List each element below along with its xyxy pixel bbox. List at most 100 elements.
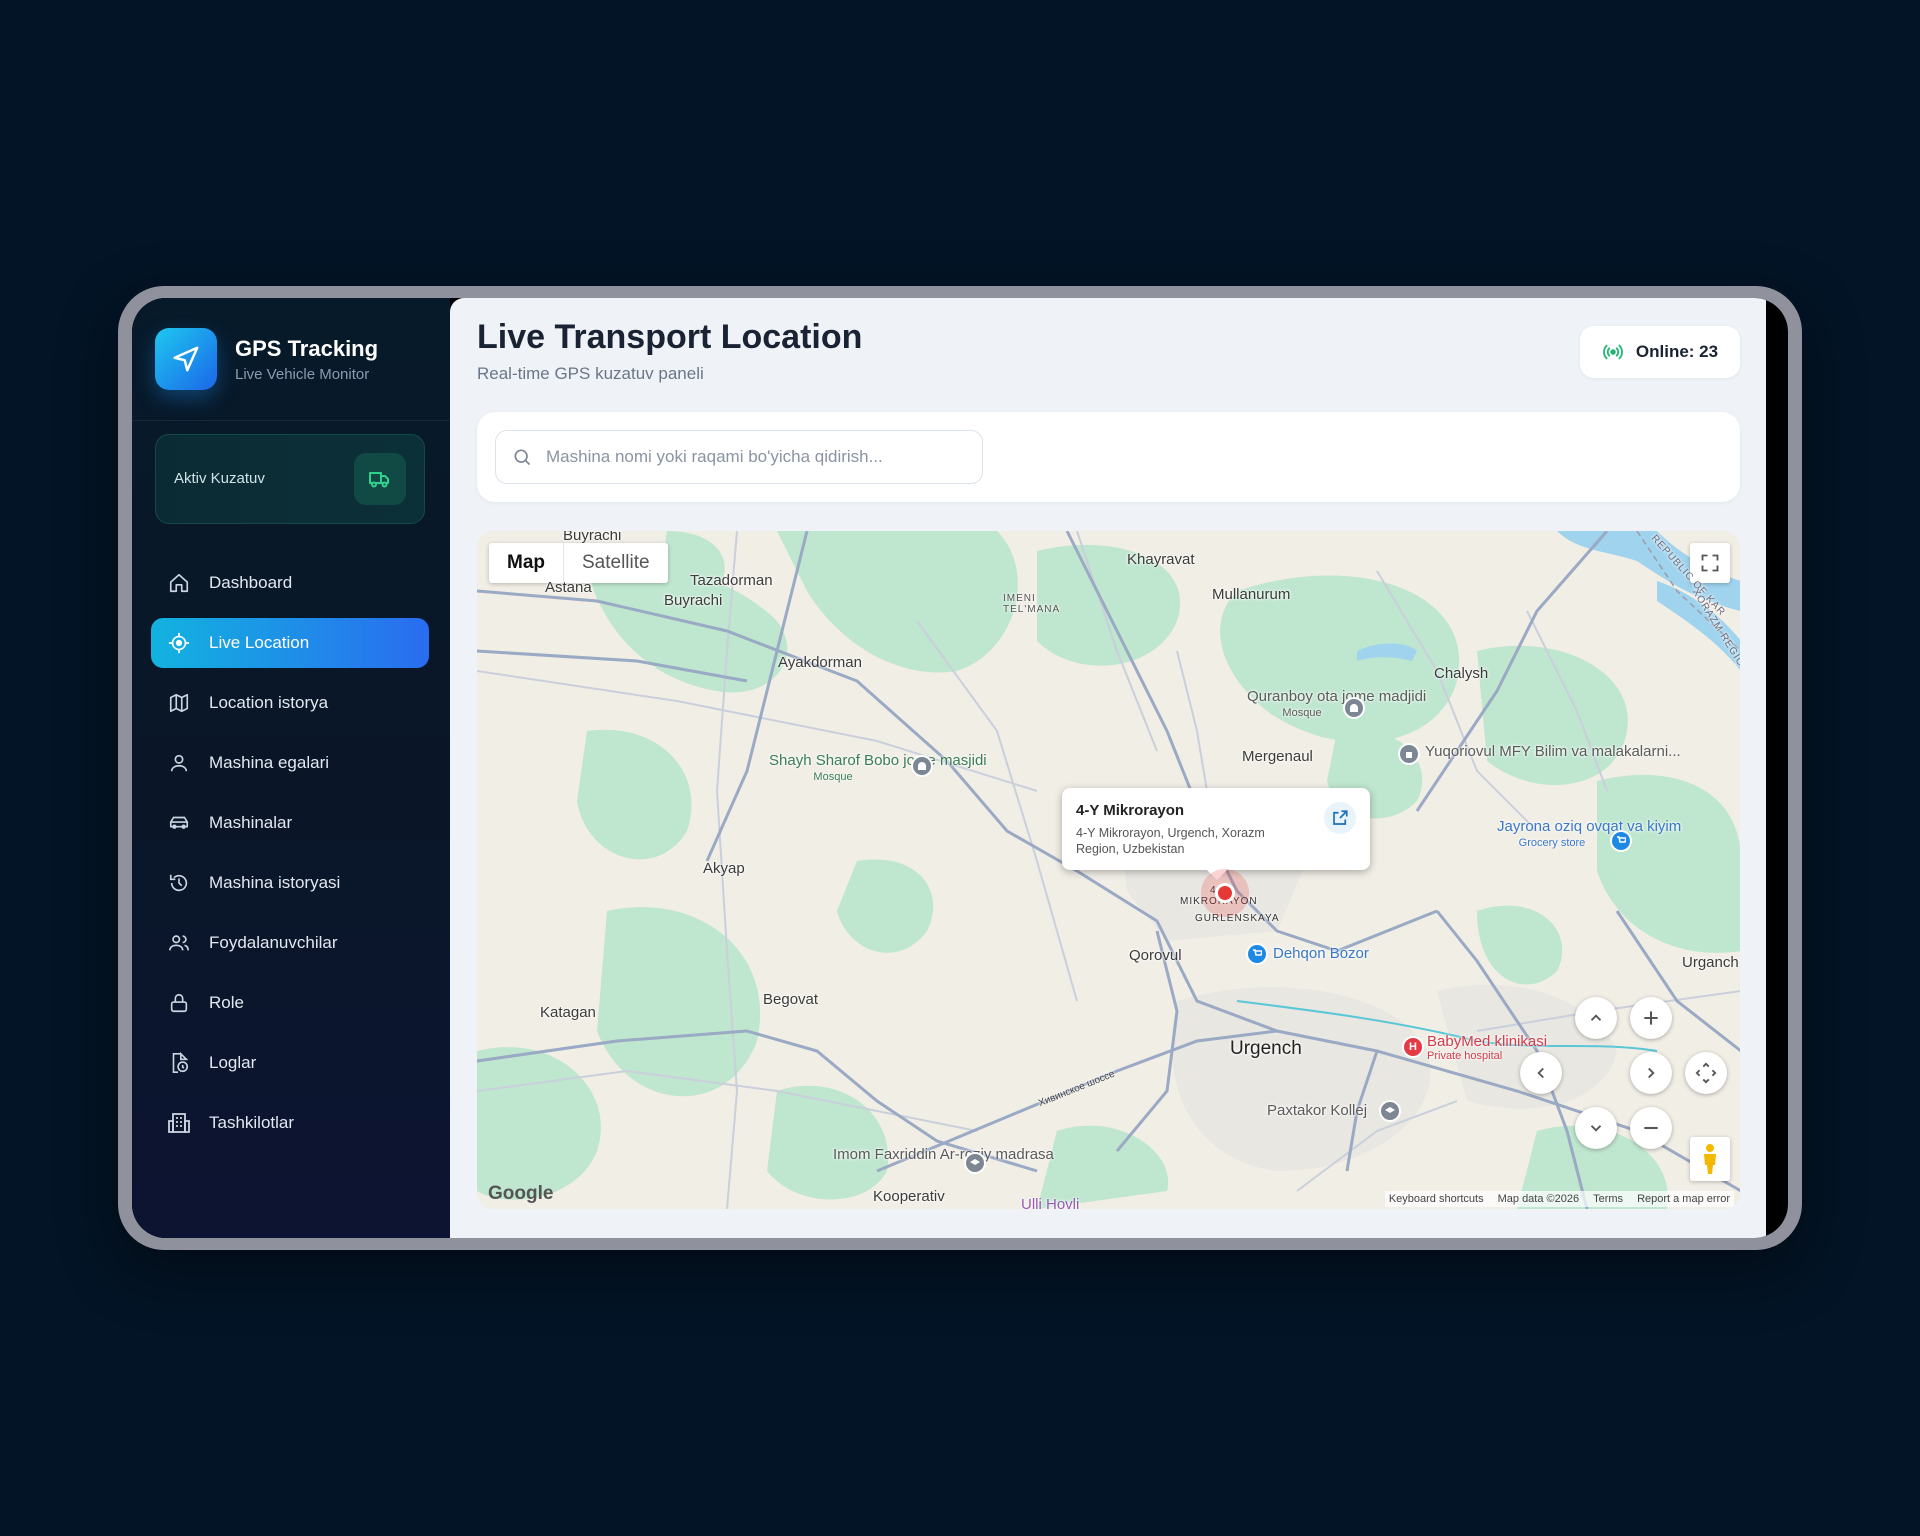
- map-label-mullanurum: Mullanurum: [1212, 586, 1291, 603]
- brand-title: GPS Tracking: [235, 335, 379, 361]
- map-label-buyrachi-top: Buyrachi: [563, 531, 622, 544]
- aktiv-kuzatuv-card[interactable]: Aktiv Kuzatuv: [155, 434, 425, 524]
- recenter-button[interactable]: [1685, 1052, 1727, 1094]
- map-data-text: Map data ©2026: [1497, 1193, 1580, 1205]
- chevron-up-icon: [1587, 1009, 1605, 1027]
- keyboard-shortcuts-link[interactable]: Keyboard shortcuts: [1389, 1193, 1484, 1205]
- hospital-icon[interactable]: H: [1402, 1036, 1424, 1058]
- map-icon: [167, 691, 191, 715]
- street-view-button[interactable]: [1690, 1137, 1730, 1181]
- chevron-left-icon: [1532, 1064, 1550, 1082]
- minus-icon: [1641, 1118, 1661, 1138]
- online-count: Online: 23: [1635, 342, 1719, 361]
- sidebar-item-tashkilotlar[interactable]: Tashkilotlar: [151, 1098, 429, 1148]
- plus-icon: [1641, 1008, 1661, 1028]
- page-subtitle: Real-time GPS kuzatuv paneli: [477, 364, 704, 383]
- poi-label-paxtakor: Paxtakor Kollej: [1267, 1102, 1368, 1119]
- shopping-cart-icon[interactable]: [1610, 830, 1632, 852]
- sidebar-item-label: Mashina egalari: [209, 753, 330, 772]
- search-input[interactable]: [544, 446, 968, 468]
- sidebar-item-label: Location istorya: [209, 693, 329, 712]
- map-base: [477, 531, 1740, 1209]
- sidebar-item-foydalanuvchilar[interactable]: Foydalanuvchilar: [151, 918, 429, 968]
- building-icon: [167, 1111, 191, 1135]
- school-icon[interactable]: [964, 1152, 986, 1174]
- map-type-toggle: Map Satellite: [489, 543, 668, 583]
- pan-up-button[interactable]: [1575, 997, 1617, 1039]
- mosque-icon[interactable]: [911, 755, 933, 777]
- sidebar-item-mashina-istoryasi[interactable]: Mashina istoryasi: [151, 858, 429, 908]
- search-box[interactable]: [495, 430, 983, 484]
- map-label-gurlenskaya: GURLENSKAYA: [1195, 913, 1280, 924]
- sidebar-item-label: Loglar: [209, 1053, 257, 1072]
- online-status-badge: Online: 23: [1580, 326, 1740, 378]
- map-label-telmana: TEL'MANA: [1003, 604, 1061, 615]
- map-label-tazadorman: Tazadorman: [690, 572, 773, 589]
- map-label-katagan: Katagan: [540, 1004, 596, 1021]
- map-view[interactable]: Map Satellite Buyrachi Astana Tazadorman…: [477, 531, 1740, 1209]
- search-icon: [512, 447, 532, 467]
- poi-label-jayrona: Jayrona oziq ovqat va kiyim Grocery store: [1497, 818, 1682, 850]
- history-icon: [167, 871, 191, 895]
- main-content: Live Transport Location Real-time GPS ku…: [450, 298, 1766, 1238]
- crosshair-icon: [167, 631, 191, 655]
- file-clock-icon: [167, 1051, 191, 1075]
- zoom-in-button[interactable]: [1630, 997, 1672, 1039]
- map-attribution: Keyboard shortcuts Map data ©2026 Terms …: [1384, 1191, 1734, 1207]
- map-label-imeni: IMENI: [1003, 593, 1036, 604]
- sidebar-item-label: Foydalanuvchilar: [209, 933, 338, 952]
- open-external-button[interactable]: [1324, 802, 1356, 834]
- sidebar-divider: [132, 420, 450, 421]
- terms-link[interactable]: Terms: [1593, 1193, 1623, 1205]
- broadcast-icon: [1602, 341, 1624, 363]
- info-window-address: 4-Y Mikrorayon, Urgench, Xorazm Region, …: [1076, 826, 1265, 856]
- google-logo: Google: [488, 1183, 554, 1204]
- device-screen-bezel: GPS Tracking Live Vehicle Monitor Aktiv …: [132, 298, 1788, 1238]
- map-label-khayravat: Khayravat: [1127, 551, 1195, 568]
- sidebar-item-role[interactable]: Role: [151, 978, 429, 1028]
- external-link-icon: [1331, 809, 1349, 827]
- poi-label-dehqon: Dehqon Bozor: [1273, 945, 1369, 962]
- vehicle-location-marker[interactable]: [1215, 883, 1235, 903]
- sidebar-item-label: Role: [209, 993, 244, 1012]
- lock-icon: [167, 991, 191, 1015]
- sidebar-item-mashina-egalari[interactable]: Mashina egalari: [151, 738, 429, 788]
- school-icon[interactable]: [1398, 743, 1420, 765]
- poi-label-ulli: Ulli Hovli: [1021, 1196, 1080, 1209]
- pan-right-button[interactable]: [1630, 1052, 1672, 1094]
- report-error-link[interactable]: Report a map error: [1637, 1193, 1730, 1205]
- home-icon: [167, 571, 191, 595]
- map-label-chalysh: Chalysh: [1434, 665, 1489, 682]
- location-info-window: 4-Y Mikrorayon 4-Y Mikrorayon, Urgench, …: [1062, 788, 1370, 880]
- sidebar-item-dashboard[interactable]: Dashboard: [151, 558, 429, 608]
- sidebar-item-live-location[interactable]: Live Location: [151, 618, 429, 668]
- zoom-out-button[interactable]: [1630, 1107, 1672, 1149]
- sidebar-item-location-istorya[interactable]: Location istorya: [151, 678, 429, 728]
- brand: GPS Tracking Live Vehicle Monitor: [155, 328, 378, 390]
- sidebar-item-mashinalar[interactable]: Mashinalar: [151, 798, 429, 848]
- map-type-map-button[interactable]: Map: [489, 543, 564, 583]
- poi-label-shayh: Shayh Sharof Bobo jome masjidi Mosque: [769, 752, 987, 784]
- sidebar-item-loglar[interactable]: Loglar: [151, 1038, 429, 1088]
- map-label-ayakdorman: Ayakdorman: [778, 654, 862, 671]
- search-card: [477, 412, 1740, 502]
- map-label-akyap: Akyap: [703, 860, 745, 877]
- mosque-icon[interactable]: [1343, 697, 1365, 719]
- pan-down-button[interactable]: [1575, 1107, 1617, 1149]
- fullscreen-icon: [1700, 553, 1720, 573]
- page-title: Live Transport Location: [477, 318, 863, 356]
- shopping-cart-icon[interactable]: [1246, 943, 1268, 965]
- sidebar-item-label: Dashboard: [209, 573, 293, 592]
- navigation-arrow-icon: [155, 328, 217, 390]
- info-window-title: 4-Y Mikrorayon: [1076, 802, 1185, 819]
- map-label-urganch: Urganch: [1682, 954, 1739, 971]
- users-icon: [167, 931, 191, 955]
- map-label-buyrachi: Buyrachi: [664, 592, 723, 609]
- map-type-satellite-button[interactable]: Satellite: [564, 543, 668, 583]
- school-icon[interactable]: [1379, 1100, 1401, 1122]
- pan-left-button[interactable]: [1520, 1052, 1562, 1094]
- chevron-right-icon: [1642, 1064, 1660, 1082]
- truck-icon: [354, 453, 406, 505]
- sidebar-nav: Dashboard Live Location Location istorya…: [151, 558, 429, 1158]
- sidebar-item-label: Mashina istoryasi: [209, 873, 341, 892]
